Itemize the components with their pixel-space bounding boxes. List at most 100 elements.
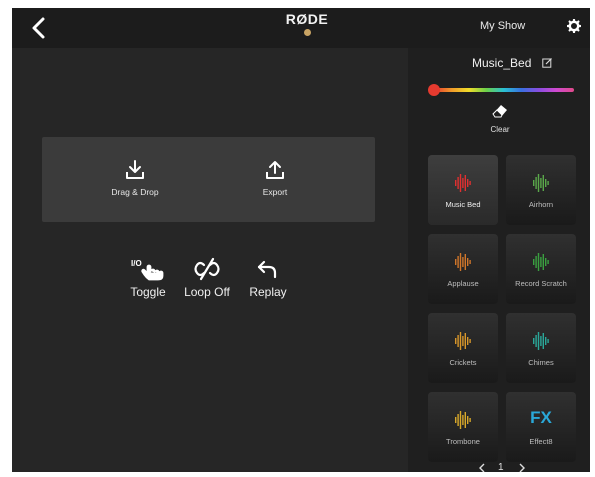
pad-label: Effect8 [529,437,553,446]
pad-trombone[interactable]: Trombone [428,392,498,462]
waveform-bar [457,335,459,347]
waveform-bar [467,258,469,266]
waveform-bar [455,417,457,423]
waveform-icon [533,253,549,271]
waveform-bar [459,332,462,350]
waveform-bar [455,259,457,265]
hand-tap-icon: I/O [131,259,164,281]
replay-label: Replay [249,285,287,299]
pad-airhorn[interactable]: Airhorn [506,155,576,225]
waveform-bar [459,174,462,192]
waveform-bar [469,181,471,185]
sound-bank-panel: Music_Bed Clear Music Bed Airhorn Applau… [408,48,590,472]
waveform-bar [462,257,464,267]
waveform-bar [540,178,542,188]
waveform-bar [537,332,540,350]
waveform-bar [467,179,469,187]
waveform-icon [533,174,549,192]
page-number: 1 [498,462,504,472]
pad-label: Chimes [528,358,554,367]
color-slider-knob[interactable] [428,84,440,96]
waveform-icon [455,174,471,192]
pad-record-scratch[interactable]: Record Scratch [506,234,576,304]
toggle-button[interactable]: I/O Toggle [120,257,176,299]
rode-logo: RØDE [282,11,332,36]
waveform-icon [455,253,471,271]
pad-label: Airhorn [528,200,554,209]
logo-text: RØDE [285,11,329,27]
bank-name: Music_Bed [472,56,532,70]
waveform-bar [542,254,544,270]
pad-chimes[interactable]: Chimes [506,313,576,383]
waveform-bar [542,175,544,191]
waveform-bar [464,254,466,270]
waveform-bar [547,339,549,343]
back-arrow-icon[interactable] [28,16,50,40]
pad-music-bed[interactable]: Music Bed [428,155,498,225]
fx-icon: FX [530,408,552,427]
color-slider[interactable] [434,88,574,92]
toggle-badge: I/O [131,259,142,268]
pad-label: Record Scratch [515,279,567,288]
bank-pager: 1 [468,462,538,472]
replay-button[interactable]: Replay [240,257,296,299]
waveform-bar [537,253,540,271]
waveform-bar [545,337,547,345]
import-export-panel: Drag & Drop Export [42,137,375,222]
gear-icon[interactable] [567,19,581,33]
eraser-icon [492,105,507,118]
pad-label: Applause [447,279,479,288]
waveform-icon [455,332,471,350]
waveform-bar [455,338,457,344]
toggle-label: Toggle [130,285,166,299]
pad-applause[interactable]: Applause [428,234,498,304]
waveform-bar [535,335,537,347]
waveform-bar [464,175,466,191]
waveform-bar [533,180,535,186]
replay-arrow-icon [257,260,277,279]
clear-button[interactable]: Clear [486,104,514,140]
waveform-bar [464,333,466,349]
export-label: Export [262,187,288,197]
waveform-bar [542,333,544,349]
waveform-bar [464,412,466,428]
export-button[interactable]: Export [230,159,320,197]
waveform-bar [467,416,469,424]
loop-off-icon [194,257,220,281]
waveform-bar [533,259,535,265]
waveform-bar [469,339,471,343]
edit-icon[interactable] [542,57,553,68]
waveform-bar [455,180,457,186]
app-window: RØDE My Show Drag & Drop Export I/O Togg… [12,8,590,472]
top-bar: RØDE My Show [12,8,590,48]
upload-icon [266,161,284,179]
waveform-bar [547,181,549,185]
waveform-bar [457,177,459,189]
drag-drop-label: Drag & Drop [111,187,159,197]
waveform-bar [545,258,547,266]
waveform-bar [540,336,542,346]
drag-drop-button[interactable]: Drag & Drop [90,159,180,197]
waveform-bar [537,174,540,192]
waveform-bar [462,178,464,188]
pad-label: Trombone [446,437,480,446]
chevron-right-icon[interactable] [516,462,528,472]
waveform-icon [533,332,549,350]
waveform-bar [469,260,471,264]
chevron-left-icon[interactable] [476,462,488,472]
pad-crickets[interactable]: Crickets [428,313,498,383]
waveform-bar [459,253,462,271]
logo-dot [303,29,311,36]
loop-button[interactable]: Loop Off [179,257,235,299]
waveform-bar [547,260,549,264]
waveform-bar [457,256,459,268]
waveform-bar [462,415,464,425]
waveform-bar [535,177,537,189]
pad-effect8[interactable]: FX Effect8 [506,392,576,462]
waveform-bar [533,338,535,344]
waveform-bar [467,337,469,345]
waveform-bar [540,257,542,267]
waveform-bar [469,418,471,422]
pad-label: Crickets [449,358,477,367]
show-name[interactable]: My Show [480,20,525,32]
